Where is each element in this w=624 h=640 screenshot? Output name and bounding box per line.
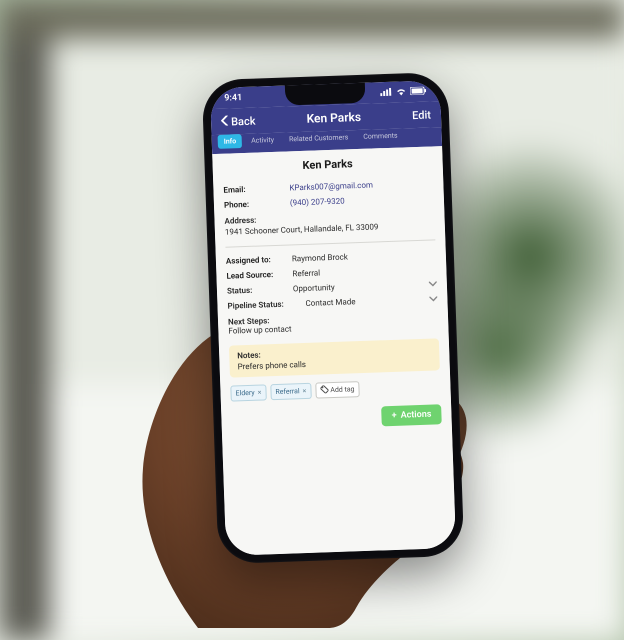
address-block: Address: 1941 Schooner Court, Hallandale… xyxy=(224,209,435,236)
tab-info[interactable]: Info xyxy=(218,134,243,149)
next-steps-value: Follow up contact xyxy=(228,324,291,335)
tag-label: Referral xyxy=(275,387,299,396)
actions-label: Actions xyxy=(400,410,431,421)
edit-button[interactable]: Edit xyxy=(412,108,431,122)
status-value: Opportunity xyxy=(293,283,335,293)
signal-icon xyxy=(380,88,392,99)
close-icon[interactable]: × xyxy=(302,387,306,395)
back-label: Back xyxy=(231,114,256,128)
add-tag-button[interactable]: Add tag xyxy=(315,381,360,399)
pipeline-label: Pipeline Status: xyxy=(227,299,299,311)
content-scroll[interactable]: Ken Parks Email: KParks007@gmail.com Pho… xyxy=(212,146,456,556)
tag-chip[interactable]: Referral × xyxy=(270,383,312,400)
contact-name: Ken Parks xyxy=(222,154,432,174)
status-icons xyxy=(380,87,426,100)
lead-source-label: Lead Source: xyxy=(226,270,286,281)
wifi-icon xyxy=(396,87,406,98)
chevron-left-icon xyxy=(221,115,229,128)
tags-row: Eldery × Referral × Add tag xyxy=(230,378,440,401)
chevron-down-icon xyxy=(429,279,437,288)
actions-bar: + Actions xyxy=(231,404,442,431)
close-icon[interactable]: × xyxy=(258,389,262,397)
actions-button[interactable]: + Actions xyxy=(381,404,441,426)
back-button[interactable]: Back xyxy=(221,114,256,128)
tab-related-customers[interactable]: Related Customers xyxy=(283,130,355,146)
phone-value[interactable]: (940) 207-9320 xyxy=(290,193,434,207)
tab-activity[interactable]: Activity xyxy=(245,133,280,148)
status-label: Status: xyxy=(227,285,287,296)
tag-chip[interactable]: Eldery × xyxy=(230,384,266,401)
plus-icon: + xyxy=(392,411,397,421)
page-title: Ken Parks xyxy=(306,110,361,126)
chevron-down-icon xyxy=(429,294,437,303)
phone-notch xyxy=(285,83,366,106)
pipeline-value: Contact Made xyxy=(305,297,355,308)
email-label: Email: xyxy=(223,184,283,195)
next-steps-label: Next Steps: xyxy=(228,310,438,326)
add-tag-label: Add tag xyxy=(330,385,354,394)
notes-text: Prefers phone calls xyxy=(237,360,306,371)
status-time: 9:41 xyxy=(224,93,242,105)
next-steps-block: Next Steps: Follow up contact xyxy=(228,310,439,335)
tag-icon xyxy=(320,385,328,395)
assigned-label: Assigned to: xyxy=(226,255,286,266)
phone-label: Phone: xyxy=(224,199,284,210)
notes-label: Notes: xyxy=(237,345,431,361)
battery-icon xyxy=(410,87,426,99)
tab-comments[interactable]: Comments xyxy=(357,128,404,144)
tag-label: Eldery xyxy=(235,389,254,398)
phone-screen: 9:41 Back Ken Parks Edit xyxy=(210,80,456,556)
notes-block[interactable]: Notes: Prefers phone calls xyxy=(229,338,440,377)
phone-frame: 9:41 Back Ken Parks Edit xyxy=(202,72,465,564)
